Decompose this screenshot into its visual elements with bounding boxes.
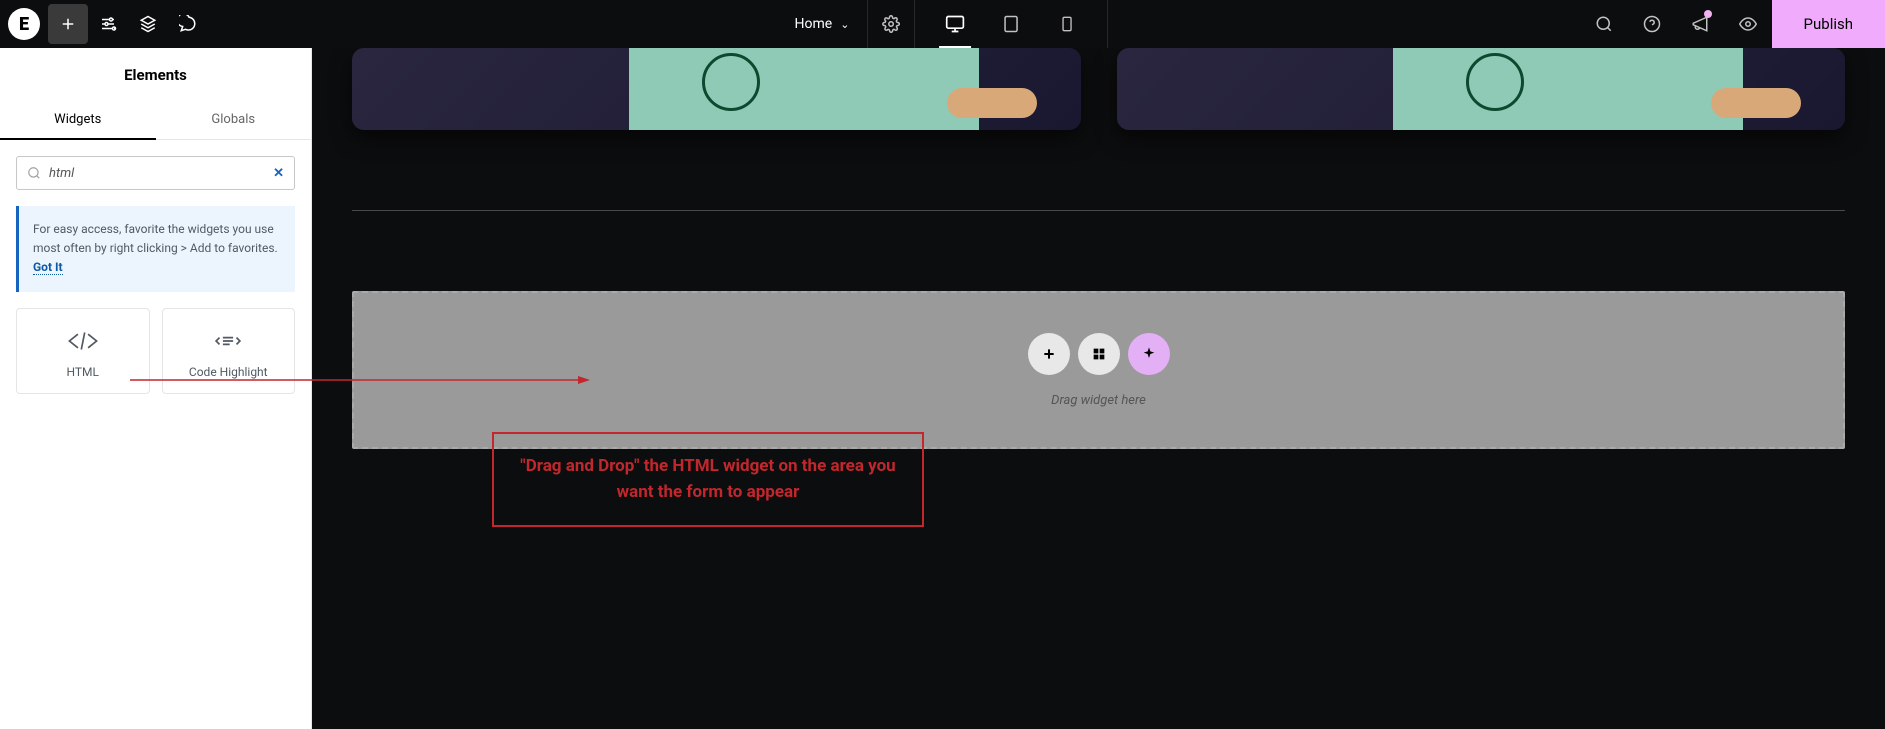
search-wrap: ✕ xyxy=(0,140,311,206)
search-icon xyxy=(27,166,41,180)
main-wrap: Elements Widgets Globals ✕ For easy acce… xyxy=(0,48,1885,729)
drop-zone-hint: Drag widget here xyxy=(1051,393,1146,408)
add-section-button[interactable] xyxy=(1028,333,1070,375)
announcement-icon[interactable] xyxy=(1676,0,1724,48)
tablet-device-button[interactable] xyxy=(983,0,1039,48)
widget-label: Code Highlight xyxy=(189,365,268,379)
sidebar-tabs: Widgets Globals xyxy=(0,100,311,140)
favorites-tip: For easy access, favorite the widgets yo… xyxy=(16,206,295,292)
page-selector[interactable]: Home ⌄ xyxy=(777,0,868,48)
annotation-text: "Drag and Drop" the HTML widget on the a… xyxy=(512,454,904,505)
widget-html[interactable]: HTML xyxy=(16,308,150,394)
annotation-callout: "Drag and Drop" the HTML widget on the a… xyxy=(492,432,924,527)
ai-button[interactable] xyxy=(1128,333,1170,375)
topbar-center: Home ⌄ xyxy=(777,0,1109,48)
settings-sliders-icon[interactable] xyxy=(88,4,128,44)
tip-text: For easy access, favorite the widgets yo… xyxy=(33,222,278,255)
search-icon[interactable] xyxy=(1580,0,1628,48)
widget-code-highlight[interactable]: Code Highlight xyxy=(162,308,296,394)
widget-drop-zone[interactable]: Drag widget here xyxy=(352,291,1845,449)
widget-label: HTML xyxy=(67,365,100,379)
divider-line xyxy=(352,210,1845,211)
add-widget-button[interactable] xyxy=(48,4,88,44)
mobile-device-button[interactable] xyxy=(1039,0,1095,48)
publish-button[interactable]: Publish xyxy=(1772,0,1885,48)
device-switcher xyxy=(915,0,1108,48)
widgets-grid: HTML Code Highlight xyxy=(0,308,311,394)
topbar-left: E xyxy=(0,4,208,44)
chevron-down-icon: ⌄ xyxy=(840,18,849,31)
preview-icon[interactable] xyxy=(1724,0,1772,48)
template-library-button[interactable] xyxy=(1078,333,1120,375)
top-bar: E Home ⌄ xyxy=(0,0,1885,48)
hero-card-right[interactable] xyxy=(1117,48,1846,130)
search-box: ✕ xyxy=(16,156,295,190)
widget-search-input[interactable] xyxy=(41,166,273,181)
clear-search-icon[interactable]: ✕ xyxy=(273,166,284,181)
page-name: Home xyxy=(795,16,833,32)
got-it-link[interactable]: Got It xyxy=(33,260,63,275)
desktop-device-button[interactable] xyxy=(927,0,983,48)
code-block-icon xyxy=(211,327,245,355)
topbar-right: Publish xyxy=(1580,0,1885,48)
hero-images-row xyxy=(352,48,1845,130)
help-icon[interactable] xyxy=(1628,0,1676,48)
elementor-logo[interactable]: E xyxy=(8,8,40,40)
drop-zone-actions xyxy=(1028,333,1170,375)
elements-sidebar: Elements Widgets Globals ✕ For easy acce… xyxy=(0,48,312,729)
code-icon xyxy=(66,327,100,355)
canvas-area[interactable]: Drag widget here xyxy=(312,48,1885,729)
hero-card-left[interactable] xyxy=(352,48,1081,130)
sidebar-title: Elements xyxy=(0,48,311,100)
page-settings-button[interactable] xyxy=(867,0,915,48)
comment-icon[interactable] xyxy=(168,4,208,44)
tab-globals[interactable]: Globals xyxy=(156,100,312,139)
notification-dot xyxy=(1704,10,1712,18)
tab-widgets[interactable]: Widgets xyxy=(0,100,156,139)
layers-icon[interactable] xyxy=(128,4,168,44)
